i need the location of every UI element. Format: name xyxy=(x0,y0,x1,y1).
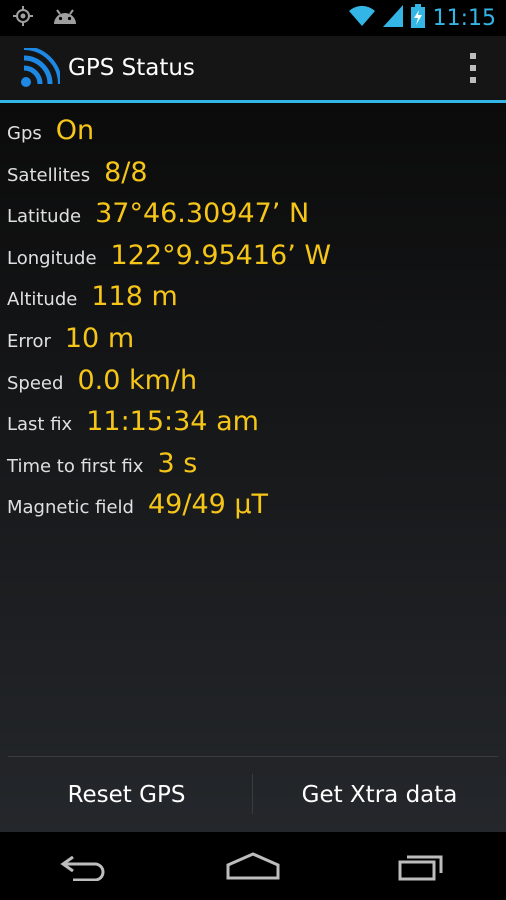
row-label: Magnetic field xyxy=(7,497,134,519)
row-label: Time to first fix xyxy=(7,455,144,477)
status-row-altitude: Altitude 118 m xyxy=(0,281,506,323)
get-xtra-data-button[interactable]: Get Xtra data xyxy=(253,757,506,832)
back-icon[interactable] xyxy=(39,841,129,891)
row-label: Speed xyxy=(7,372,64,394)
row-label: Longitude xyxy=(7,247,97,269)
row-value: On xyxy=(55,115,95,146)
row-label: Altitude xyxy=(7,289,78,311)
row-label: Error xyxy=(7,330,51,352)
status-row-last-fix: Last fix 11:15:34 am xyxy=(0,406,506,448)
status-row-time-to-first-fix: Time to first fix 3 s xyxy=(0,448,506,490)
button-bar: Reset GPS Get Xtra data xyxy=(0,756,506,832)
signal-icon xyxy=(382,5,403,31)
home-icon[interactable] xyxy=(208,841,298,891)
row-label: Latitude xyxy=(7,206,82,228)
row-value: 118 m xyxy=(91,281,178,313)
navigation-bar xyxy=(0,832,506,900)
gps-signal-icon[interactable] xyxy=(20,46,62,88)
wifi-icon xyxy=(348,5,375,31)
status-row-latitude: Latitude 37°46.30947’ N xyxy=(0,198,506,240)
app-title: GPS Status xyxy=(68,55,195,81)
row-label: Last fix xyxy=(7,414,73,436)
status-row-magnetic-field: Magnetic field 49/49 µT xyxy=(0,489,506,531)
status-row-satellites: Satellites 8/8 xyxy=(0,157,506,199)
status-row-longitude: Longitude 122°9.95416’ W xyxy=(0,240,506,282)
reset-gps-button[interactable]: Reset GPS xyxy=(0,757,253,832)
status-row-error: Error 10 m xyxy=(0,323,506,365)
status-list: Gps On Satellites 8/8 Latitude 37°46.309… xyxy=(0,103,506,531)
row-value: 11:15:34 am xyxy=(86,406,259,438)
row-value: 10 m xyxy=(64,322,135,354)
row-label: Satellites xyxy=(7,164,91,186)
status-bar: 11:15 xyxy=(0,0,506,36)
gps-status-panel: Gps On Satellites 8/8 Latitude 37°46.309… xyxy=(0,103,506,832)
row-value: 0.0 km/h xyxy=(77,364,198,396)
row-label: Gps xyxy=(7,123,42,144)
row-value: 49/49 µT xyxy=(147,489,269,521)
row-value: 37°46.30947’ N xyxy=(95,198,310,230)
row-value: 3 s xyxy=(157,447,198,479)
row-value: 8/8 xyxy=(104,156,148,188)
battery-charging-icon xyxy=(410,4,425,32)
android-icon xyxy=(52,6,78,30)
action-bar: GPS Status xyxy=(0,36,506,103)
overflow-menu-icon[interactable] xyxy=(468,53,478,83)
row-value: 122°9.95416’ W xyxy=(110,239,332,271)
status-clock: 11:15 xyxy=(432,5,496,31)
recent-apps-icon[interactable] xyxy=(377,841,467,891)
status-row-speed: Speed 0.0 km/h xyxy=(0,365,506,407)
gps-icon xyxy=(12,5,34,31)
status-row-gps: Gps On xyxy=(0,115,506,157)
